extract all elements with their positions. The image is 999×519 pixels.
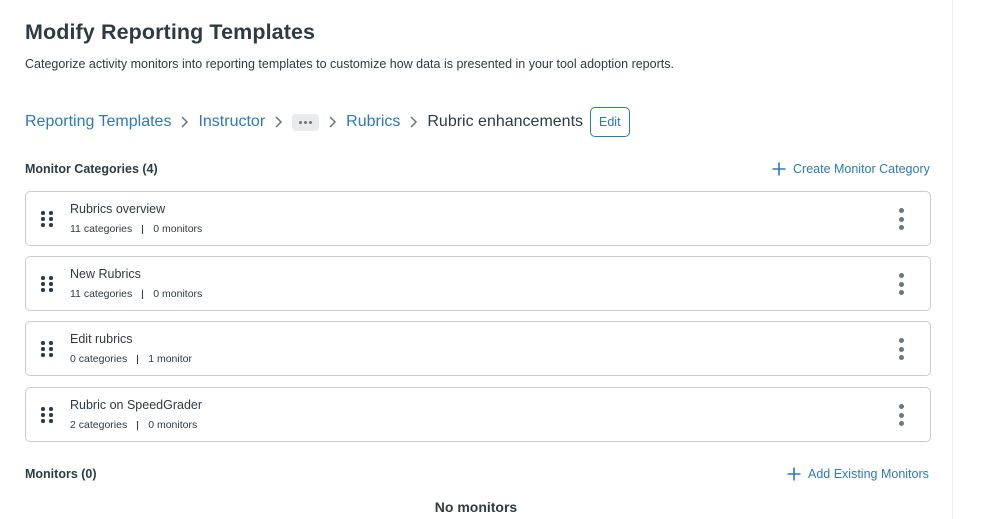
ellipsis-icon[interactable] xyxy=(292,113,320,131)
card-category-count: 2 categories xyxy=(70,419,128,431)
monitors-heading: Monitors (0) xyxy=(25,467,97,481)
edit-button[interactable]: Edit xyxy=(590,107,630,137)
card-category-count: 11 categories xyxy=(70,288,133,300)
card-monitor-count: 0 monitors xyxy=(153,223,203,235)
add-existing-monitors-button[interactable]: Add Existing Monitors xyxy=(787,467,929,481)
card-title: Edit rubrics xyxy=(70,332,133,346)
breadcrumb-link-instructor[interactable]: Instructor xyxy=(198,113,265,131)
drag-handle-icon[interactable] xyxy=(41,276,53,292)
breadcrumb: Reporting Templates Instructor Rubrics R… xyxy=(25,106,630,138)
card-meta: 11 categories 0 monitors xyxy=(70,288,202,300)
more-options-icon[interactable] xyxy=(897,208,905,230)
meta-divider xyxy=(142,289,144,299)
chevron-right-icon xyxy=(265,112,292,132)
card-monitor-count: 0 monitors xyxy=(153,288,203,300)
monitor-category-card[interactable]: Edit rubrics 0 categories 1 monitor xyxy=(25,321,931,376)
page: Modify Reporting Templates Categorize ac… xyxy=(0,0,952,519)
breadcrumb-current: Rubric enhancements xyxy=(427,113,584,130)
card-monitor-count: 1 monitor xyxy=(148,353,192,365)
card-title: Rubric on SpeedGrader xyxy=(70,398,203,412)
meta-divider xyxy=(137,420,139,430)
card-meta: 2 categories 0 monitors xyxy=(70,419,197,431)
empty-state-text: No monitors xyxy=(434,499,518,515)
meta-divider xyxy=(137,354,139,364)
page-title: Modify Reporting Templates xyxy=(25,20,316,44)
card-meta: 0 categories 1 monitor xyxy=(70,353,192,365)
panel-divider xyxy=(952,0,953,519)
drag-handle-icon[interactable] xyxy=(41,211,53,227)
more-options-icon[interactable] xyxy=(897,338,905,360)
breadcrumb-link-rubrics[interactable]: Rubrics xyxy=(346,113,400,131)
meta-divider xyxy=(142,224,144,234)
drag-handle-icon[interactable] xyxy=(41,407,53,423)
card-meta: 11 categories 0 monitors xyxy=(70,223,202,235)
card-monitor-count: 0 monitors xyxy=(148,419,198,431)
card-title: Rubrics overview xyxy=(70,202,166,216)
drag-handle-icon[interactable] xyxy=(41,341,53,357)
create-monitor-category-label: Create Monitor Category xyxy=(793,162,930,176)
card-title: New Rubrics xyxy=(70,267,141,281)
breadcrumb-link-reporting-templates[interactable]: Reporting Templates xyxy=(25,113,171,131)
monitor-categories-heading: Monitor Categories (4) xyxy=(25,162,158,176)
monitor-category-card[interactable]: Rubric on SpeedGrader 2 categories 0 mon… xyxy=(25,387,931,442)
chevron-right-icon xyxy=(171,112,198,132)
plus-icon xyxy=(787,467,801,481)
card-category-count: 0 categories xyxy=(70,353,128,365)
more-options-icon[interactable] xyxy=(897,273,905,295)
plus-icon xyxy=(772,162,786,176)
monitor-category-card[interactable]: New Rubrics 11 categories 0 monitors xyxy=(25,256,931,311)
card-category-count: 11 categories xyxy=(70,223,133,235)
more-options-icon[interactable] xyxy=(897,404,905,426)
chevron-right-icon xyxy=(400,112,427,132)
add-existing-monitors-label: Add Existing Monitors xyxy=(808,467,929,481)
monitor-category-card[interactable]: Rubrics overview 11 categories 0 monitor… xyxy=(25,191,931,246)
create-monitor-category-button[interactable]: Create Monitor Category xyxy=(772,162,930,176)
chevron-right-icon xyxy=(319,112,346,132)
page-subtitle: Categorize activity monitors into report… xyxy=(25,57,674,71)
